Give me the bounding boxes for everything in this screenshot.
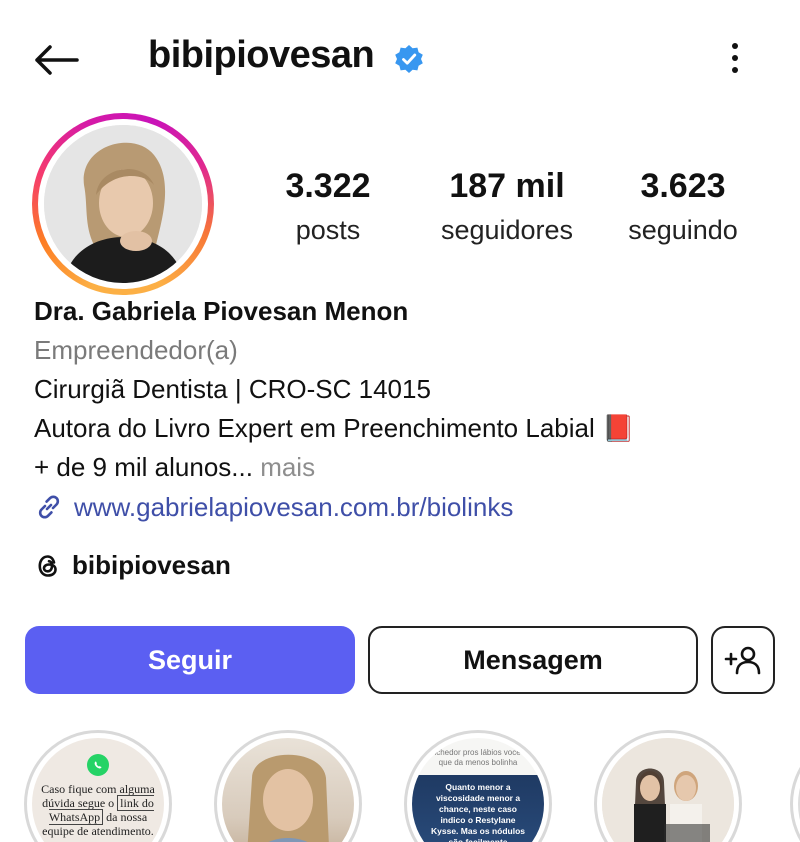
dot-icon: [732, 67, 738, 73]
suggested-users-button[interactable]: [711, 626, 775, 694]
profile-username: bibipiovesan: [148, 34, 375, 76]
verified-badge-icon: [395, 45, 423, 73]
stat-following-value: 3.623: [640, 167, 726, 205]
stat-posts-label: posts: [295, 215, 361, 245]
back-button[interactable]: [30, 38, 82, 82]
highlight-item[interactable]: [594, 730, 742, 842]
stat-posts-value: 3.322: [285, 167, 371, 205]
profile-full-name: Dra. Gabriela Piovesan Menon: [34, 296, 409, 326]
threads-handle: bibipiovesan: [72, 550, 231, 580]
stat-followers-value: 187 mil: [449, 167, 565, 205]
highlight-item[interactable]: Caso fique com alguma dúvida segue o lin…: [24, 730, 172, 842]
highlight-caption: preenchedor pros lábios você acha que da…: [415, 748, 541, 767]
highlight-item[interactable]: preenchedor pros lábios você acha que da…: [404, 730, 552, 842]
profile-avatar-story-ring[interactable]: [32, 113, 214, 295]
highlight-photo: [602, 738, 734, 842]
highlight-photo: [247, 754, 329, 842]
follow-button[interactable]: Seguir: [25, 626, 355, 694]
bio-line: Cirurgiã Dentista | CRO-SC 14015: [34, 374, 431, 404]
arrow-left-icon: [35, 45, 79, 75]
highlight-item[interactable]: [790, 730, 800, 842]
stat-followers-label: seguidores: [440, 215, 574, 245]
add-person-icon: [724, 646, 761, 675]
stat-following-label: seguindo: [628, 215, 738, 245]
dot-icon: [732, 43, 738, 49]
highlight-item[interactable]: [214, 730, 362, 842]
bio-line: Autora do Livro Expert em Preenchimento …: [34, 413, 635, 443]
bio-link[interactable]: www.gabrielapiovesan.com.br/biolinks: [34, 487, 774, 527]
bio-more-link[interactable]: mais: [253, 452, 315, 482]
more-options-button[interactable]: [718, 38, 752, 78]
threads-icon: [38, 554, 57, 577]
threads-badge[interactable]: bibipiovesan: [34, 550, 231, 581]
profile-bio: Dra. Gabriela Piovesan Menon Empreendedo…: [34, 292, 774, 527]
whatsapp-icon: [87, 754, 109, 776]
bio-link-text[interactable]: www.gabrielapiovesan.com.br/biolinks: [74, 487, 513, 527]
stat-following[interactable]: 3.623 seguindo: [588, 166, 778, 248]
dot-icon: [732, 55, 738, 61]
highlight-caption: Quanto menor a viscosidade menor a chanc…: [431, 782, 525, 842]
story-highlights: Caso fique com alguma dúvida segue o lin…: [0, 730, 800, 842]
bio-line-truncated: + de 9 mil alunos... mais: [34, 448, 774, 487]
profile-photo: [44, 125, 202, 283]
link-icon: [38, 495, 60, 519]
message-button[interactable]: Mensagem: [368, 626, 698, 694]
highlight-caption: Caso fique com alguma dúvida segue o lin…: [39, 782, 157, 838]
profile-category: Empreendedor(a): [34, 335, 238, 365]
bio-line-text: + de 9 mil alunos...: [34, 452, 253, 482]
stat-followers[interactable]: 187 mil seguidores: [412, 166, 602, 248]
profile-header: bibipiovesan: [0, 0, 800, 120]
stat-posts[interactable]: 3.322 posts: [233, 166, 423, 248]
avatar: [44, 125, 202, 283]
